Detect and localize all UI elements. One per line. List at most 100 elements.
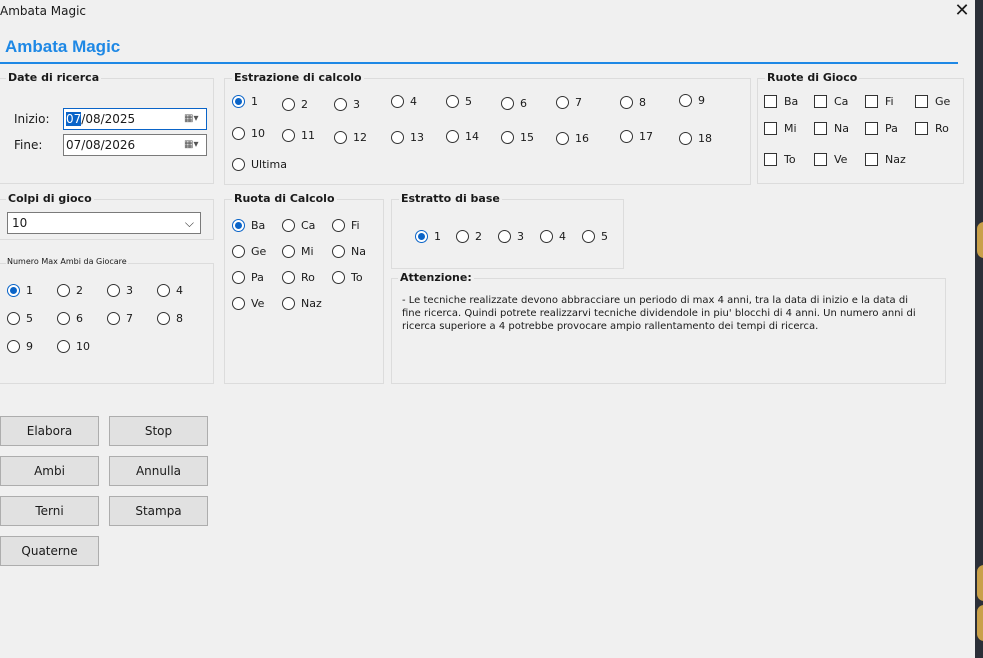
colpi-select[interactable]: 10 ⌵ <box>7 212 201 234</box>
max-ambi-option[interactable]: 6 <box>57 312 83 325</box>
estratto-base-option[interactable]: 3 <box>498 230 524 243</box>
ruote-gioco-option[interactable]: Ve <box>814 153 847 166</box>
ruote-gioco-option[interactable]: Pa <box>865 122 898 135</box>
radio-button[interactable] <box>415 230 428 243</box>
ruote-gioco-option[interactable]: Mi <box>764 122 797 135</box>
checkbox[interactable] <box>764 153 777 166</box>
max-ambi-option[interactable]: 9 <box>7 340 33 353</box>
estratto-base-option[interactable]: 2 <box>456 230 482 243</box>
max-ambi-option[interactable]: 8 <box>157 312 183 325</box>
radio-button[interactable] <box>391 95 404 108</box>
radio-button[interactable] <box>7 312 20 325</box>
radio-button[interactable] <box>334 98 347 111</box>
radio-button[interactable] <box>232 95 245 108</box>
ambi-button[interactable]: Ambi <box>0 456 99 486</box>
max-ambi-option[interactable]: 10 <box>57 340 90 353</box>
ruota-calcolo-option[interactable]: Fi <box>332 219 360 232</box>
quaterne-button[interactable]: Quaterne <box>0 536 99 566</box>
checkbox[interactable] <box>814 122 827 135</box>
ruota-calcolo-option[interactable]: Mi <box>282 245 314 258</box>
checkbox[interactable] <box>915 95 928 108</box>
ruota-calcolo-option[interactable]: Ba <box>232 219 265 232</box>
estrazione-option[interactable]: 7 <box>556 96 582 109</box>
radio-button[interactable] <box>446 130 459 143</box>
ruote-gioco-option[interactable]: Ge <box>915 95 950 108</box>
stampa-button[interactable]: Stampa <box>109 496 208 526</box>
radio-button[interactable] <box>498 230 511 243</box>
estrazione-option[interactable]: 17 <box>620 130 653 143</box>
radio-button[interactable] <box>332 219 345 232</box>
checkbox[interactable] <box>764 95 777 108</box>
ruote-gioco-option[interactable]: Naz <box>865 153 906 166</box>
radio-button[interactable] <box>501 131 514 144</box>
radio-button[interactable] <box>232 297 245 310</box>
radio-button[interactable] <box>57 312 70 325</box>
estrazione-option[interactable]: 2 <box>282 98 308 111</box>
radio-button[interactable] <box>107 312 120 325</box>
radio-button[interactable] <box>232 219 245 232</box>
radio-button[interactable] <box>332 271 345 284</box>
radio-button[interactable] <box>57 284 70 297</box>
ruote-gioco-option[interactable]: Fi <box>865 95 894 108</box>
radio-button[interactable] <box>232 158 245 171</box>
radio-button[interactable] <box>282 219 295 232</box>
ruote-gioco-option[interactable]: To <box>764 153 796 166</box>
calendar-icon[interactable]: ▦▾ <box>184 139 202 151</box>
ruota-calcolo-option[interactable]: Ge <box>232 245 266 258</box>
radio-button[interactable] <box>282 98 295 111</box>
estrazione-option[interactable]: 13 <box>391 131 424 144</box>
ruota-calcolo-option[interactable]: Ve <box>232 297 264 310</box>
ruota-calcolo-option[interactable]: Ca <box>282 219 315 232</box>
radio-button[interactable] <box>282 245 295 258</box>
estrazione-option[interactable]: 9 <box>679 94 705 107</box>
estrazione-option[interactable]: 3 <box>334 98 360 111</box>
radio-button[interactable] <box>282 297 295 310</box>
radio-button[interactable] <box>57 340 70 353</box>
estratto-base-option[interactable]: 4 <box>540 230 566 243</box>
radio-button[interactable] <box>501 97 514 110</box>
estrazione-option[interactable]: 5 <box>446 95 472 108</box>
annulla-button[interactable]: Annulla <box>109 456 208 486</box>
estrazione-option[interactable]: 11 <box>282 129 315 142</box>
checkbox[interactable] <box>865 153 878 166</box>
ruota-calcolo-option[interactable]: Pa <box>232 271 264 284</box>
ruote-gioco-option[interactable]: Ro <box>915 122 949 135</box>
radio-button[interactable] <box>107 284 120 297</box>
max-ambi-option[interactable]: 3 <box>107 284 133 297</box>
estrazione-option[interactable]: 15 <box>501 131 534 144</box>
radio-button[interactable] <box>282 271 295 284</box>
radio-button[interactable] <box>556 132 569 145</box>
radio-button[interactable] <box>157 284 170 297</box>
checkbox[interactable] <box>865 122 878 135</box>
estrazione-option[interactable]: 8 <box>620 96 646 109</box>
radio-button[interactable] <box>232 127 245 140</box>
estratto-base-option[interactable]: 1 <box>415 230 441 243</box>
estratto-base-option[interactable]: 5 <box>582 230 608 243</box>
ruota-calcolo-option[interactable]: Ro <box>282 271 315 284</box>
radio-button[interactable] <box>679 94 692 107</box>
estrazione-option[interactable]: 6 <box>501 97 527 110</box>
max-ambi-option[interactable]: 7 <box>107 312 133 325</box>
checkbox[interactable] <box>814 95 827 108</box>
radio-button[interactable] <box>334 131 347 144</box>
close-icon[interactable]: ✕ <box>953 0 971 22</box>
max-ambi-option[interactable]: 1 <box>7 284 33 297</box>
ruota-calcolo-option[interactable]: To <box>332 271 363 284</box>
radio-button[interactable] <box>232 271 245 284</box>
radio-button[interactable] <box>620 96 633 109</box>
estrazione-option[interactable]: 16 <box>556 132 589 145</box>
radio-button[interactable] <box>282 129 295 142</box>
estrazione-option[interactable]: 10 <box>232 127 265 140</box>
elabora-button[interactable]: Elabora <box>0 416 99 446</box>
estrazione-option[interactable]: 12 <box>334 131 367 144</box>
estrazione-option[interactable]: 1 <box>232 95 258 108</box>
radio-button[interactable] <box>540 230 553 243</box>
checkbox[interactable] <box>915 122 928 135</box>
ruote-gioco-option[interactable]: Ba <box>764 95 798 108</box>
ruote-gioco-option[interactable]: Ca <box>814 95 848 108</box>
max-ambi-option[interactable]: 4 <box>157 284 183 297</box>
ruota-calcolo-option[interactable]: Na <box>332 245 366 258</box>
stop-button[interactable]: Stop <box>109 416 208 446</box>
radio-button[interactable] <box>620 130 633 143</box>
checkbox[interactable] <box>865 95 878 108</box>
